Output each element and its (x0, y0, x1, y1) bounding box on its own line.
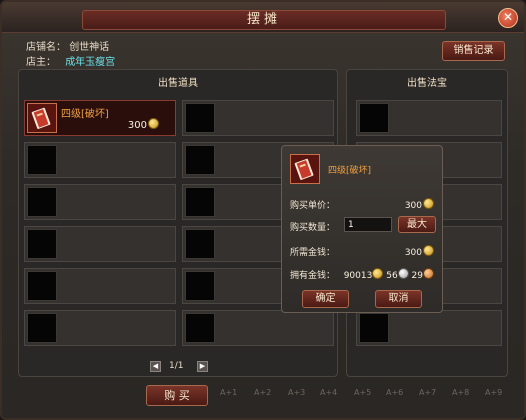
arrow-right-icon[interactable]: ▶ (197, 361, 208, 372)
shop-owner-label: 店主： (26, 57, 56, 68)
title-bar: 摆摊 ✕ (2, 2, 524, 33)
grid-label: A+1 (220, 388, 238, 397)
max-button[interactable]: 最大 (398, 216, 436, 233)
owned-silver-value: 56 (386, 271, 398, 281)
grid-label: A+4 (320, 388, 338, 397)
total-cost-value: 300 (404, 248, 422, 258)
item-slot[interactable] (24, 268, 176, 304)
total-label: 所需金钱： (290, 248, 336, 258)
item-icon-box (185, 313, 215, 343)
item-icon-box (185, 187, 215, 217)
item-slot[interactable]: 四级[破坏] 300 (24, 100, 176, 136)
item-icon-box (27, 103, 57, 133)
shop-owner-value: 成年玉瘦宫 (65, 57, 116, 68)
item-slot[interactable] (24, 184, 176, 220)
arrow-left-icon[interactable]: ◀ (150, 361, 161, 372)
item-icon-box (27, 229, 57, 259)
buy-button[interactable]: 购 买 (146, 385, 208, 406)
total-cost: 300 (405, 245, 434, 258)
grid-label: A+5 (354, 388, 372, 397)
window-title: 摆摊 (82, 10, 446, 30)
item-icon-box (27, 271, 57, 301)
item-price-value: 300 (127, 120, 147, 131)
grid-label: A+6 (386, 388, 404, 397)
gold-coin-icon (423, 245, 434, 256)
unit-price-label: 购买单价： (290, 201, 336, 211)
treasure-slot[interactable] (356, 100, 502, 136)
owned-money: 90013 56 29 (344, 268, 434, 281)
copper-coin-icon (423, 268, 434, 279)
confirm-button[interactable]: 确定 (302, 290, 349, 308)
item-slot[interactable] (182, 100, 334, 136)
item-icon-box (185, 145, 215, 175)
item-icon-box (185, 229, 215, 259)
gold-coin-icon (372, 268, 384, 279)
grid-label: A+9 (485, 388, 503, 397)
item-icon-box (185, 271, 215, 301)
silver-coin-icon (397, 268, 409, 279)
treasure-icon-box (359, 103, 389, 133)
quantity-input[interactable] (344, 217, 392, 232)
item-slot[interactable] (24, 310, 176, 346)
dialog-item-icon-box (290, 154, 320, 184)
treasure-icon-box (359, 313, 389, 343)
grid-label: A+8 (452, 388, 470, 397)
quantity-label: 购买数量： (290, 223, 336, 233)
item-price: 300 (128, 118, 159, 131)
cancel-button[interactable]: 取消 (375, 290, 422, 308)
item-icon-box (27, 145, 57, 175)
owned-copper-value: 29 (411, 271, 423, 281)
unit-price-value: 300 (404, 201, 422, 211)
item-name: 四级[破坏] (61, 109, 109, 120)
item-slot[interactable] (24, 142, 176, 178)
book-icon (294, 158, 314, 180)
owned-gold-value: 90013 (343, 271, 373, 281)
shop-name-label: 店铺名： (26, 42, 66, 53)
grid-label: A+2 (254, 388, 272, 397)
treasure-slot[interactable] (356, 310, 502, 346)
item-icon-box (27, 313, 57, 343)
grid-label: A+3 (288, 388, 306, 397)
gold-coin-icon (423, 198, 434, 209)
gold-coin-icon (148, 118, 159, 129)
book-icon (31, 107, 51, 129)
item-slot[interactable] (24, 226, 176, 262)
shop-name-value: 创世神话 (69, 42, 110, 53)
owned-money-label: 拥有金钱： (290, 271, 336, 281)
item-icon-box (27, 187, 57, 217)
shop-name-row: 店铺名： 创世神话 (26, 38, 109, 53)
sales-record-button[interactable]: 销售记录 (442, 41, 505, 61)
dialog-item-name: 四级[破坏] (328, 166, 372, 176)
purchase-dialog: 四级[破坏] 购买单价： 300 购买数量： 最大 所需金钱： 300 拥有金钱… (281, 145, 443, 313)
stall-window: 摆摊 ✕ 店铺名： 创世神话 店主： 成年玉瘦宫 销售记录 出售道具 四级[破坏… (0, 0, 526, 420)
close-icon[interactable]: ✕ (498, 8, 518, 28)
shop-owner-row: 店主： 成年玉瘦宫 (26, 53, 115, 68)
item-icon-box (185, 103, 215, 133)
page-indicator: 1/1 (169, 361, 184, 371)
item-slot[interactable] (182, 310, 334, 346)
unit-price: 300 (405, 198, 434, 211)
grid-label: A+7 (419, 388, 437, 397)
treasure-panel-title: 出售法宝 (407, 78, 447, 89)
items-panel-title: 出售道具 (158, 78, 198, 89)
